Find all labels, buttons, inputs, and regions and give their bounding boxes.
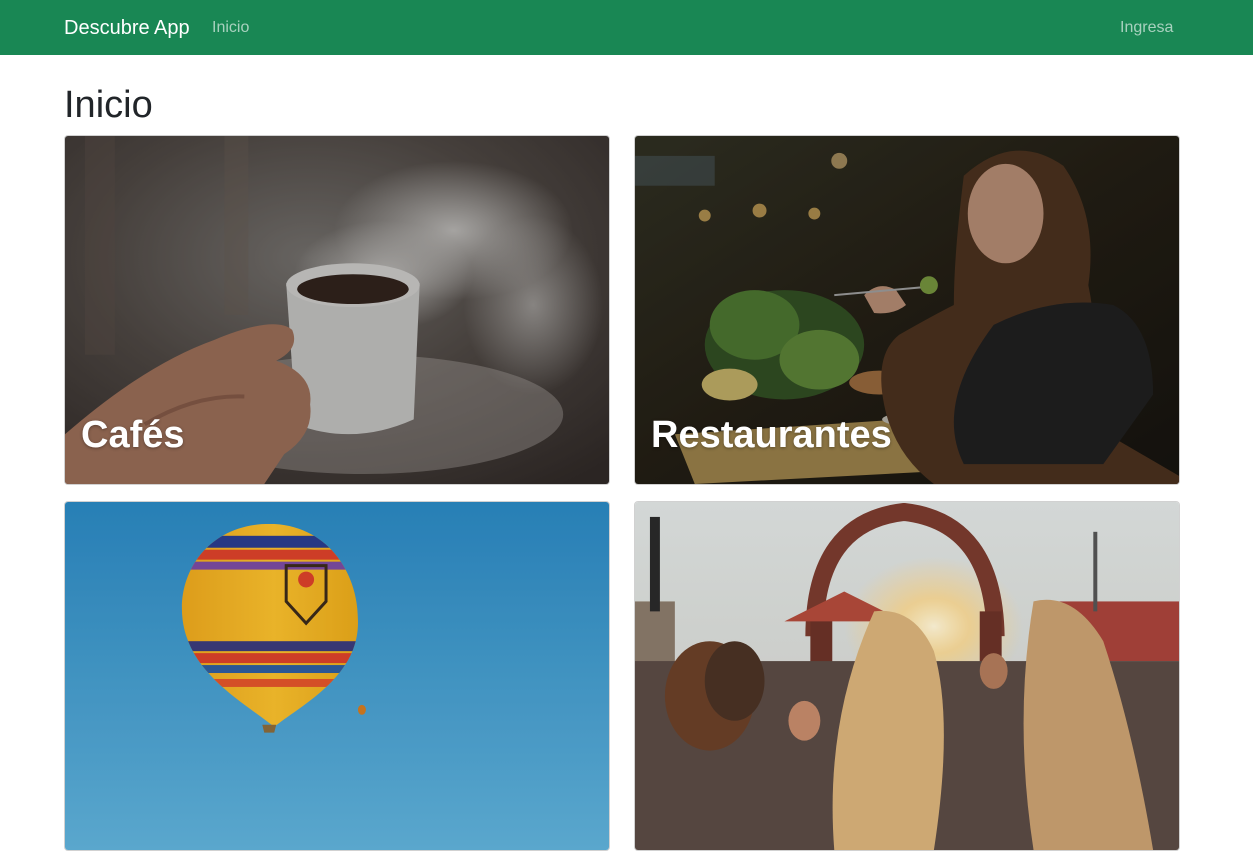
card-title-cafes: Cafés [81, 414, 185, 456]
category-card-cafes[interactable]: Cafés [64, 135, 610, 485]
category-card-4[interactable] [634, 501, 1180, 851]
brand-link[interactable]: Descubre App [64, 15, 190, 41]
category-card-restaurantes[interactable]: Restaurantes [634, 135, 1180, 485]
nav-link-inicio[interactable]: Inicio [212, 18, 249, 38]
category-card-3[interactable] [64, 501, 610, 851]
page-title: Inicio [64, 84, 153, 126]
card-title-restaurantes: Restaurantes [651, 414, 892, 456]
card-overlay [65, 502, 609, 850]
nav-link-ingresa[interactable]: Ingresa [1120, 18, 1173, 38]
card-overlay [635, 502, 1179, 850]
top-navbar: Descubre App Inicio Ingresa [0, 0, 1253, 55]
